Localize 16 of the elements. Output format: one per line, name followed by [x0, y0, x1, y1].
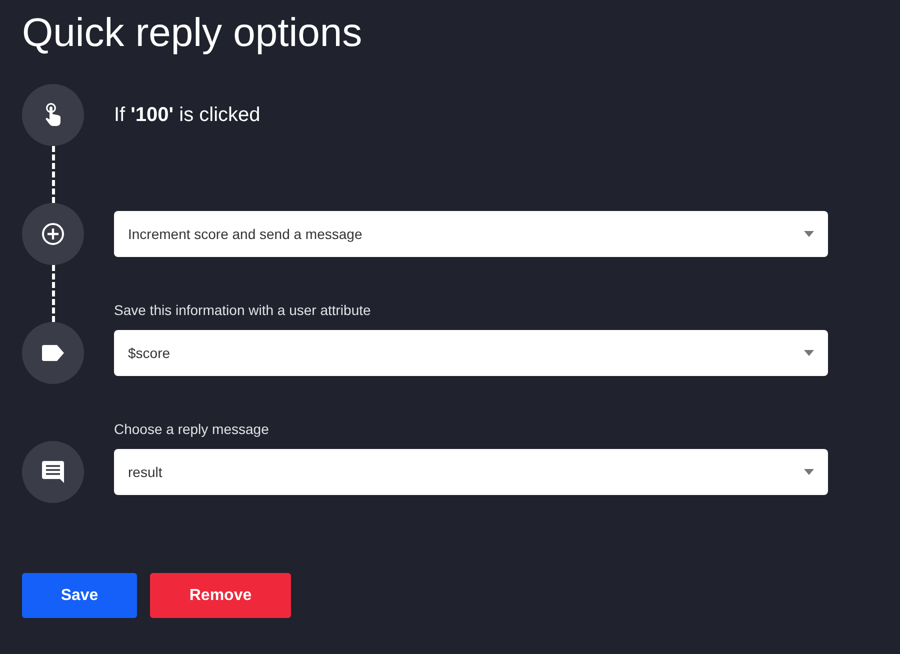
dialog-title: Quick reply options — [22, 10, 364, 57]
dropdown-select[interactable]: $score — [114, 330, 828, 376]
trigger-text: If '100' is clicked — [114, 104, 262, 126]
tag-icon — [40, 344, 66, 362]
chat-bubble-icon — [40, 459, 66, 485]
pointer-hand-icon — [44, 103, 62, 127]
field-label: Choose a reply message — [114, 421, 270, 437]
caret-icon — [804, 231, 814, 237]
caret-icon — [804, 469, 814, 475]
plus-circle-icon — [41, 222, 65, 246]
save-button[interactable]: Save — [22, 573, 137, 618]
dropdown-select[interactable]: Increment score and send a message — [114, 211, 828, 257]
caret-icon — [804, 350, 814, 356]
dropdown-select[interactable]: result — [114, 449, 828, 495]
remove-button[interactable]: Remove — [150, 573, 291, 618]
field-label: Save this information with a user attribute — [114, 302, 372, 318]
